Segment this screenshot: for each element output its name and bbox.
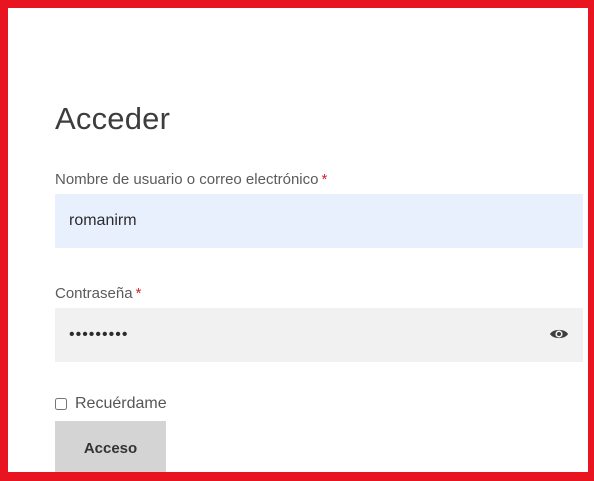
username-label-text: Nombre de usuario o correo electrónico	[55, 171, 319, 188]
username-label: Nombre de usuario o correo electrónico *	[55, 171, 327, 188]
remember-me-row[interactable]: Recuérdame	[55, 394, 167, 414]
login-button[interactable]: Acceso	[55, 421, 166, 475]
password-label: Contraseña *	[55, 285, 141, 302]
username-input[interactable]	[55, 194, 583, 248]
eye-icon[interactable]	[549, 326, 569, 342]
username-required-mark: *	[321, 171, 328, 188]
password-label-text: Contraseña	[55, 285, 133, 302]
frame-bottom-border	[0, 472, 594, 481]
remember-me-label: Recuérdame	[75, 395, 167, 412]
remember-me-checkbox[interactable]	[55, 398, 67, 410]
login-panel-frame: Acceder Nombre de usuario o correo elect…	[0, 0, 594, 481]
password-required-mark: *	[135, 285, 142, 302]
password-input[interactable]	[55, 308, 583, 362]
page-title: Acceder	[55, 101, 171, 136]
eye-icon-graphic	[550, 329, 568, 339]
